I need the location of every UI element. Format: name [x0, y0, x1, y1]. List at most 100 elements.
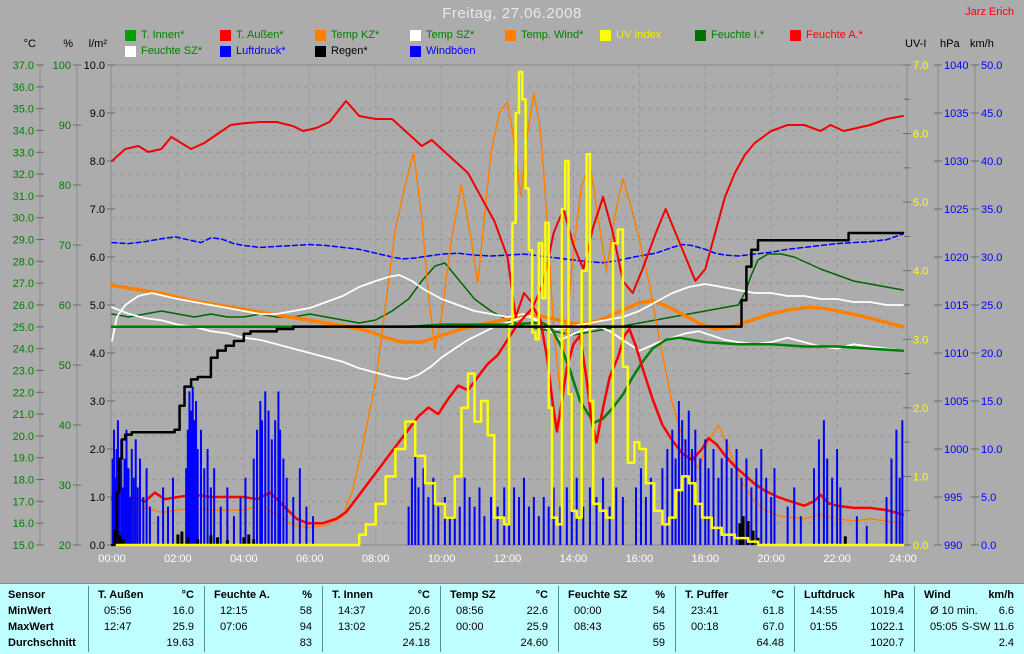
axis-tick-label-lm2: 1.0	[90, 492, 105, 504]
axis-tick-label-lm2: 10.0	[84, 60, 105, 72]
axis-tick-label-degC: 37.0	[13, 60, 34, 72]
axis-tick-label-pct: 70	[59, 240, 71, 252]
axis-tick-label-uv: 6.0	[913, 129, 928, 141]
axis-tick-label-pct: 100	[53, 60, 71, 72]
table-max-value: 65	[652, 621, 665, 633]
axis-tick-label-degC: 24.0	[13, 344, 34, 356]
axis-tick-label-kmh: 45.0	[981, 108, 1002, 120]
axis-tick-label-hpa: 990	[944, 540, 962, 552]
x-axis-label: 20:00	[757, 553, 785, 565]
axis-tick-label-degC: 34.0	[13, 125, 34, 137]
table-header-unit: %	[302, 589, 312, 601]
axis-tick-label-degC: 35.0	[13, 104, 34, 116]
axis-tick-label-degC: 27.0	[13, 278, 34, 290]
table-max-value: S-SW 11.6	[961, 621, 1014, 633]
axis-tick-label-pct: 20	[59, 540, 71, 552]
axis-tick-label-degC: 17.0	[13, 496, 34, 508]
table-max-value: 25.2	[408, 621, 430, 633]
axis-tick-label-kmh: 30.0	[981, 252, 1002, 264]
table-min-value: 58	[299, 605, 312, 617]
axis-tick-label-uv: 5.0	[913, 197, 928, 209]
axis-tick-label-hpa: 1020	[944, 252, 968, 264]
x-axis-label: 06:00	[296, 553, 324, 565]
table-avg-value: 19.63	[166, 637, 194, 649]
axis-tick-label-degC: 20.0	[13, 431, 34, 443]
axis-tick-label-lm2: 4.0	[90, 348, 105, 360]
axis-tick-label-hpa: 1025	[944, 204, 968, 216]
axis-tick-label-lm2: 7.0	[90, 204, 105, 216]
x-axis-label: 00:00	[98, 553, 126, 565]
axis-tick-label-degC: 28.0	[13, 256, 34, 268]
table-min-value: 16.0	[172, 605, 194, 617]
table-column-divider	[322, 586, 323, 652]
axis-tick-label-degC: 19.0	[13, 453, 34, 465]
table-header-unit: °C	[771, 589, 784, 601]
axis-tick-label-lm2: 0.0	[90, 540, 105, 552]
table-avg-value: 1020.7	[870, 637, 904, 649]
table-avg-value: 24.18	[402, 637, 430, 649]
table-min-value: 22.6	[526, 605, 548, 617]
axis-tick-label-lm2: 2.0	[90, 444, 105, 456]
table-max-value: 1022.1	[870, 621, 904, 633]
table-min-value: 61.8	[762, 605, 784, 617]
table-avg-value: 59	[652, 637, 665, 649]
axis-tick-label-pct: 30	[59, 480, 71, 492]
table-column-divider	[794, 586, 795, 652]
axis-tick-label-degC: 15.0	[13, 540, 34, 552]
axis-tick-label-pct: 40	[59, 420, 71, 432]
axis-tick-label-kmh: 25.0	[981, 300, 1002, 312]
axis-tick-label-uv: 4.0	[913, 266, 928, 278]
axis-tick-label-uv: 2.0	[913, 403, 928, 415]
x-axis-label: 10:00	[428, 553, 456, 565]
table-row-label: MinWert	[8, 605, 52, 617]
axis-tick-label-uv: 1.0	[913, 471, 928, 483]
axis-tick-label-degC: 22.0	[13, 387, 34, 399]
table-header-sensor: Sensor	[8, 589, 46, 601]
axis-tick-label-uv: 0.0	[913, 540, 928, 552]
table-min-value: 54	[652, 605, 665, 617]
axis-tick-label-kmh: 5.0	[981, 492, 996, 504]
axis-tick-label-hpa: 1040	[944, 60, 968, 72]
axis-tick-label-pct: 50	[59, 360, 71, 372]
summary-table: Sensor MinWert MaxWert Durchschnitt T. Außen…	[0, 583, 1024, 654]
table-avg-value: 64.48	[756, 637, 784, 649]
table-column-divider	[204, 586, 205, 652]
x-axis-label: 22:00	[823, 553, 851, 565]
table-column-divider	[440, 586, 441, 652]
axis-tick-label-hpa: 1005	[944, 396, 968, 408]
table-avg-value: 2.4	[998, 637, 1014, 649]
table-max-value: 94	[299, 621, 312, 633]
table-header-unit: %	[655, 589, 665, 601]
x-axis-label: 08:00	[362, 553, 390, 565]
axis-tick-label-uv: 3.0	[913, 334, 928, 346]
axis-tick-label-lm2: 9.0	[90, 108, 105, 120]
axis-tick-label-hpa: 1000	[944, 444, 968, 456]
axis-tick-label-kmh: 10.0	[981, 444, 1002, 456]
weather-app-window: Freitag, 27.06.2008 Jarz Erich T. Innen*…	[0, 0, 1024, 654]
x-axis-label: 12:00	[494, 553, 522, 565]
table-min-value: 1019.4	[870, 605, 904, 617]
axis-tick-label-hpa: 1015	[944, 300, 968, 312]
table-header-unit: °C	[535, 589, 548, 601]
table-column-divider	[558, 586, 559, 652]
axis-tick-label-degC: 16.0	[13, 518, 34, 530]
axis-tick-label-hpa: 995	[944, 492, 962, 504]
table-column-divider	[914, 586, 915, 652]
table-header-unit: °C	[417, 589, 430, 601]
axis-tick-label-lm2: 6.0	[90, 252, 105, 264]
table-avg-value: 83	[299, 637, 312, 649]
weather-chart: 15.0 16.0 17.0 18.0 19.0 20.0 21.0 22.0 23.0 24.0…	[13, 60, 1003, 565]
axis-tick-label-hpa: 1010	[944, 348, 968, 360]
axis-tick-label-degC: 33.0	[13, 147, 34, 159]
table-header-unit: °C	[181, 589, 194, 601]
axis-tick-label-degC: 18.0	[13, 475, 34, 487]
axis-tick-label-kmh: 15.0	[981, 396, 1002, 408]
axis-tick-label-pct: 60	[59, 300, 71, 312]
axis-tick-label-pct: 80	[59, 180, 71, 192]
axis-tick-label-degC: 30.0	[13, 213, 34, 225]
axis-tick-label-degC: 36.0	[13, 82, 34, 94]
table-max-value: 67.0	[762, 621, 784, 633]
x-axis-label: 18:00	[691, 553, 719, 565]
x-axis-label: 04:00	[230, 553, 258, 565]
axis-tick-label-degC: 25.0	[13, 322, 34, 334]
